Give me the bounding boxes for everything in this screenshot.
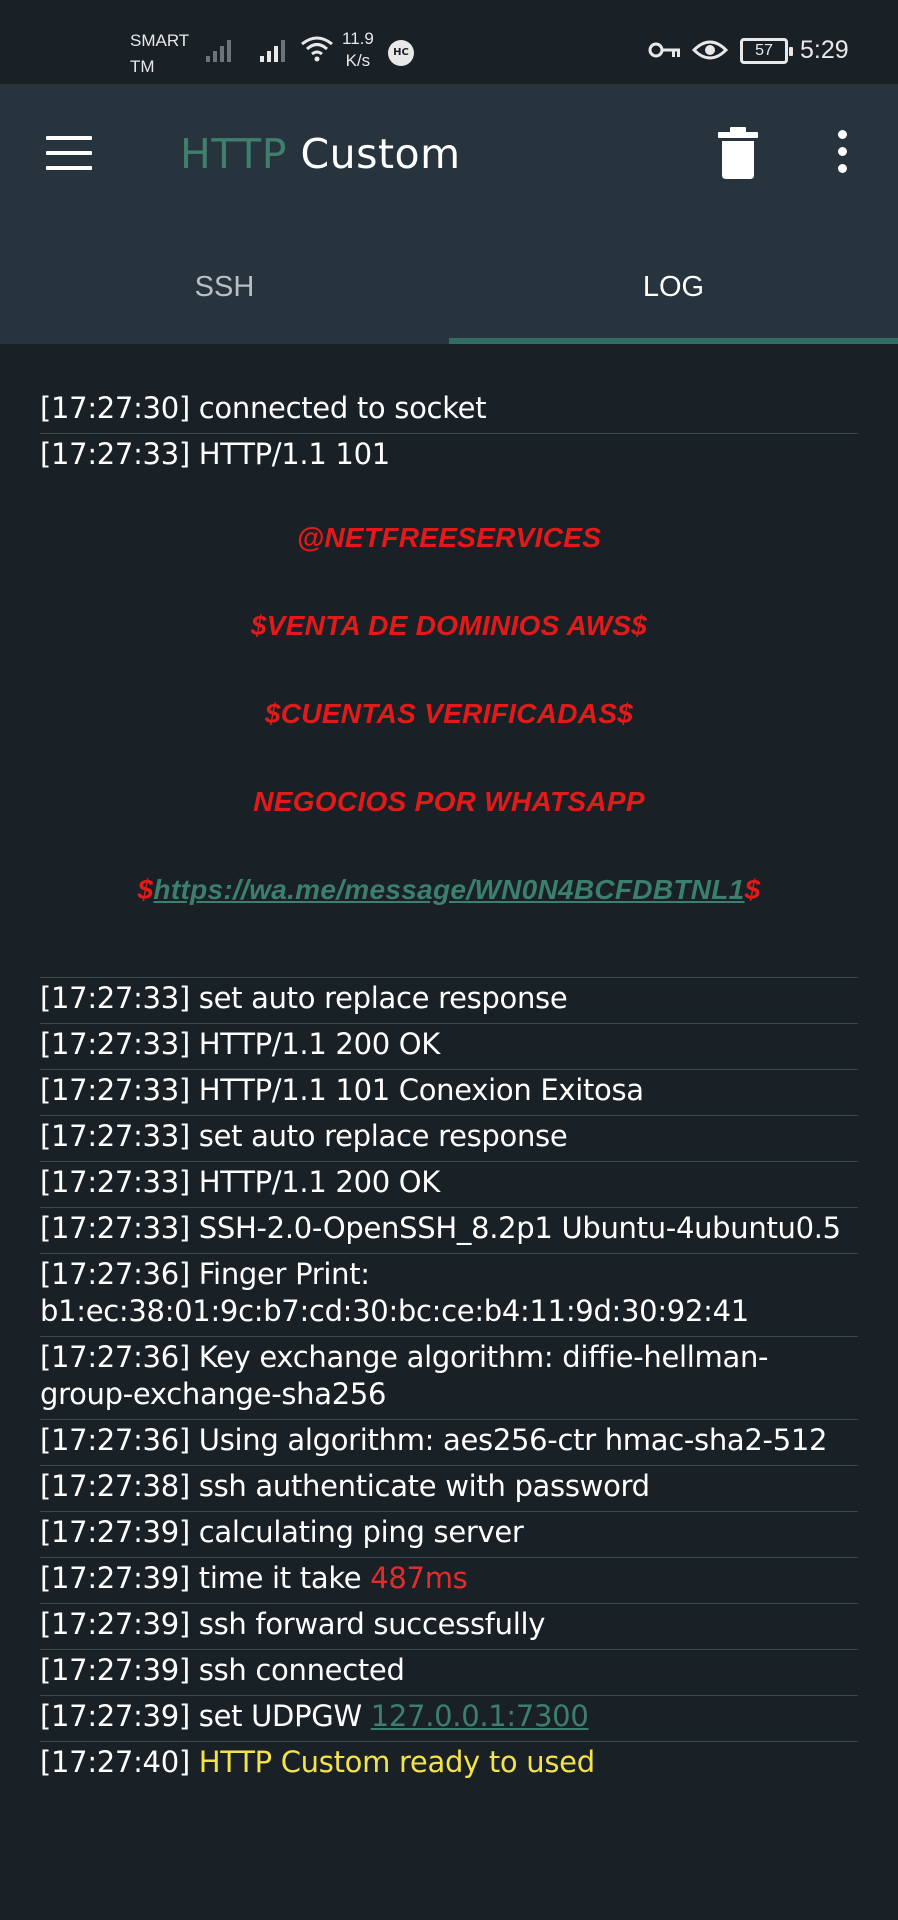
log-line: [17:27:39] ssh forward successfully	[40, 1604, 858, 1650]
battery-icon: 57	[740, 38, 793, 64]
tab-log[interactable]: LOG	[449, 250, 898, 344]
log-line: [17:27:39] ssh connected	[40, 1650, 858, 1696]
log-line: [17:27:33] SSH-2.0-OpenSSH_8.2p1 Ubuntu-…	[40, 1208, 858, 1254]
carrier-line1: SMART	[130, 31, 190, 50]
log-line: [17:27:39] calculating ping server	[40, 1512, 858, 1558]
app-title-custom: Custom	[286, 130, 461, 178]
trash-icon[interactable]	[716, 126, 760, 180]
log-line-udpgw: [17:27:39] set UDPGW 127.0.0.1:7300	[40, 1696, 858, 1742]
banner-line: $CUENTAS VERIFICADAS$	[264, 698, 634, 729]
hc-notification-icon: HC	[388, 40, 414, 66]
active-tab-indicator	[449, 338, 898, 344]
log-text: [17:27:39] time it take	[40, 1561, 371, 1595]
log-line: [17:27:33] HTTP/1.1 101	[40, 437, 390, 471]
banner-line: @NETFREESERVICES	[296, 522, 602, 553]
wifi-icon	[301, 36, 333, 62]
vpn-key-icon	[648, 42, 680, 58]
network-speed-unit: K/s	[345, 51, 371, 70]
log-line: [17:27:36] Using algorithm: aes256-ctr h…	[40, 1420, 858, 1466]
banner-link-suffix: $	[744, 874, 761, 905]
log-list[interactable]: [17:27:30] connected to socket [17:27:33…	[40, 388, 858, 1787]
whatsapp-link[interactable]: https://wa.me/message/WN0N4BCFDBTNL1	[153, 874, 744, 905]
network-speed-value: 11.9	[342, 29, 374, 48]
log-line: [17:27:30] connected to socket	[40, 388, 858, 434]
log-line: [17:27:38] ssh authenticate with passwor…	[40, 1466, 858, 1512]
tab-bar: SSH LOG	[0, 250, 898, 344]
log-line: [17:27:36] Finger Print: b1:ec:38:01:9c:…	[40, 1254, 858, 1337]
log-line: [17:27:33] set auto replace response	[40, 978, 858, 1024]
tab-ssh[interactable]: SSH	[0, 250, 449, 344]
server-banner: @NETFREESERVICES $VENTA DE DOMINIOS AWS$…	[40, 479, 858, 978]
carrier-line2: TM	[130, 57, 155, 76]
log-line: [17:27:33] HTTP/1.1 101 Conexion Exitosa	[40, 1070, 858, 1116]
hamburger-menu-icon[interactable]	[46, 136, 92, 172]
app-title-http: HTTP	[180, 130, 287, 178]
log-line-ping: [17:27:39] time it take 487ms	[40, 1558, 858, 1604]
signal-strength-icon	[206, 40, 231, 62]
banner-line: $VENTA DE DOMINIOS AWS$	[250, 610, 648, 641]
log-line: [17:27:33] HTTP/1.1 200 OK	[40, 1162, 858, 1208]
log-text: [17:27:39] set UDPGW	[40, 1699, 371, 1733]
log-text: [17:27:40]	[40, 1745, 199, 1779]
ready-status: HTTP Custom ready to used	[198, 1745, 595, 1779]
log-line: [17:27:33] set auto replace response	[40, 1116, 858, 1162]
signal-strength-icon	[260, 40, 285, 62]
carrier-name: SMART TM	[130, 28, 189, 80]
banner-link-line: $https://wa.me/message/WN0N4BCFDBTNL1$	[40, 861, 858, 921]
network-speed: 11.9 K/s	[342, 28, 374, 72]
ping-value: 487ms	[370, 1561, 468, 1595]
more-vert-icon[interactable]	[832, 130, 852, 180]
banner-line: NEGOCIOS POR WHATSAPP	[253, 786, 645, 817]
status-clock: 5:29	[800, 36, 849, 64]
app-title: HTTP Custom	[180, 130, 461, 178]
status-bar: SMART TM 11.9 K/s HC 57 5:29	[0, 0, 898, 84]
udpgw-link[interactable]: 127.0.0.1:7300	[371, 1699, 589, 1733]
banner-link-prefix: $	[137, 874, 154, 905]
log-line-ready: [17:27:40] HTTP Custom ready to used	[40, 1742, 858, 1787]
log-line: [17:27:33] HTTP/1.1 200 OK	[40, 1024, 858, 1070]
log-line: [17:27:36] Key exchange algorithm: diffi…	[40, 1337, 858, 1420]
eye-icon	[692, 40, 728, 60]
